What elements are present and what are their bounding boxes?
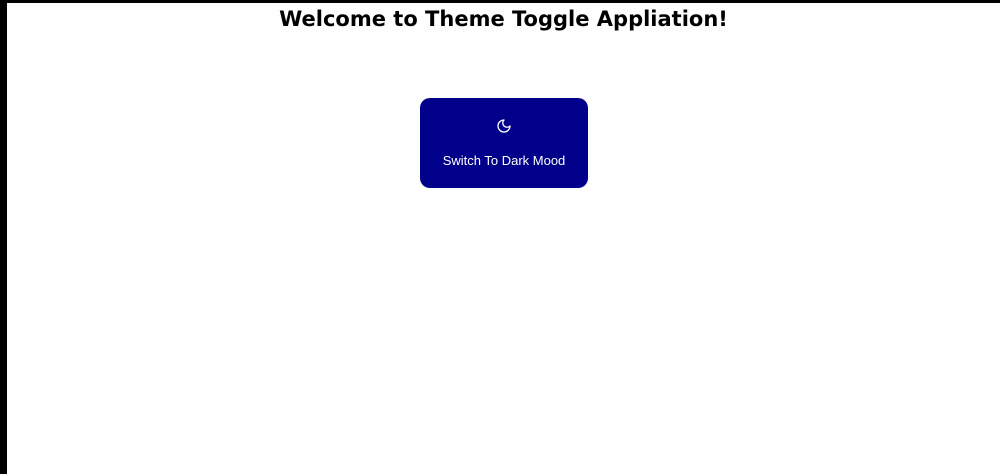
toggle-label: Switch To Dark Mood (442, 153, 566, 168)
page-title: Welcome to Theme Toggle Appliation! (279, 7, 728, 31)
app-viewport: Welcome to Theme Toggle Appliation! Swit… (7, 3, 1000, 474)
moon-icon (497, 119, 511, 133)
theme-toggle-button[interactable]: Switch To Dark Mood (420, 98, 588, 188)
